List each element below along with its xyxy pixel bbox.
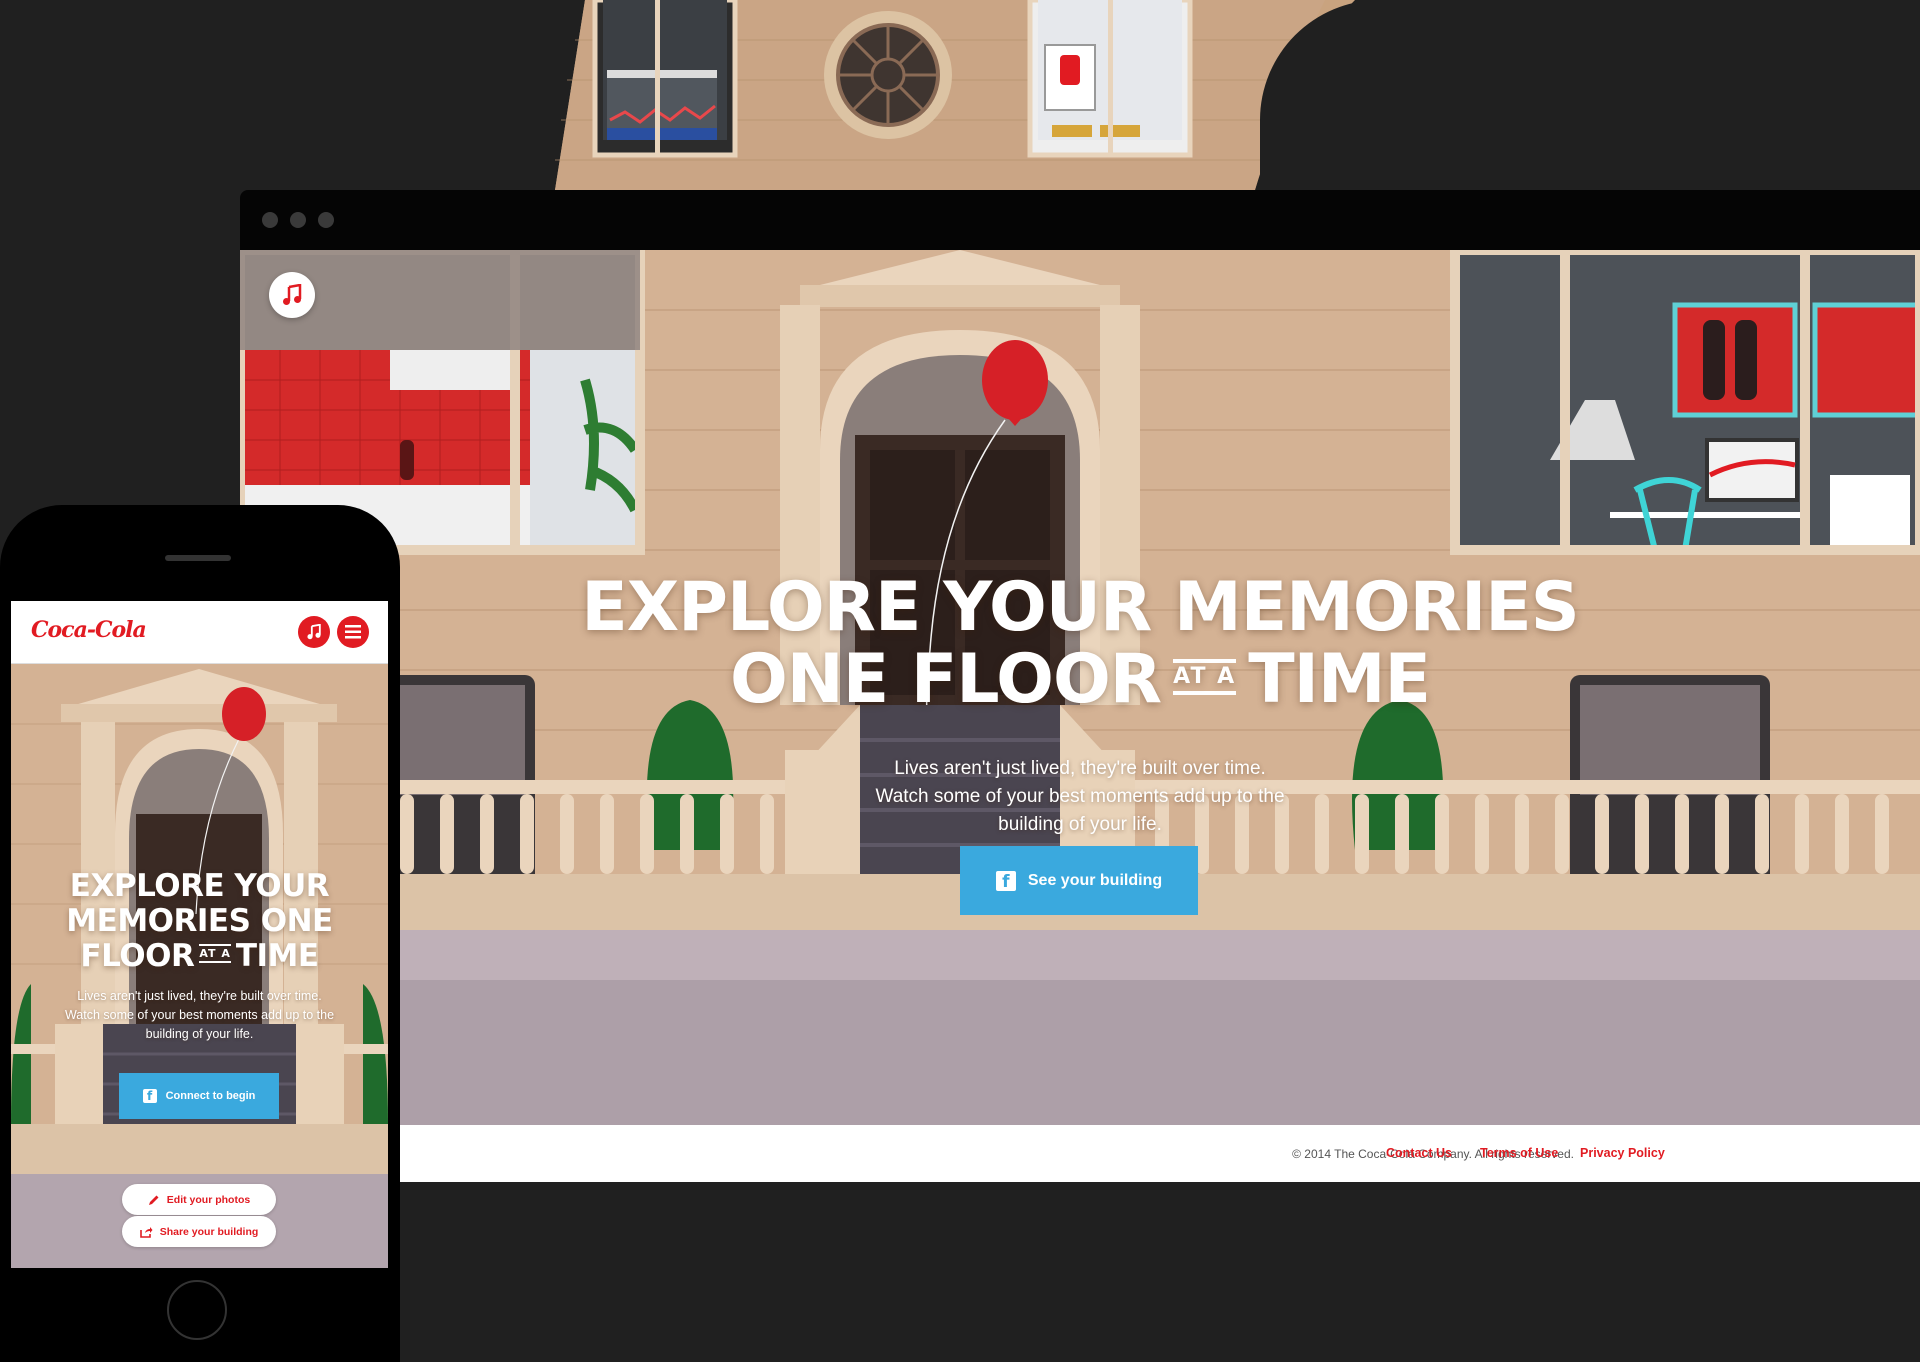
hero-title-part: ONE FLOOR xyxy=(729,640,1162,719)
music-note-icon xyxy=(307,624,321,640)
hero-subtitle: Lives aren't just lived, they're built o… xyxy=(740,755,1420,839)
hero-subtitle-line: Lives aren't just lived, they're built o… xyxy=(894,758,1266,779)
site-footer: © 2014 The Coca-Cola Company. All rights… xyxy=(240,1125,1920,1182)
mobile-hero-subtitle: Lives aren't just lived, they're built o… xyxy=(29,987,370,1044)
mobile-header: Coca-Cola xyxy=(11,601,388,664)
hero-title-ata: AT A xyxy=(1173,659,1237,696)
mobile-hero-title-line: FLOOR AT A TIME xyxy=(11,939,388,974)
share-building-button[interactable]: Share your building xyxy=(122,1216,276,1247)
hero-viewport: EXPLORE YOUR MEMORIES ONE FLOOR AT A TIME … xyxy=(240,250,1920,1125)
connect-to-begin-button[interactable]: f Connect to begin xyxy=(119,1073,279,1119)
privacy-policy-link[interactable]: Privacy Policy xyxy=(1580,1146,1665,1160)
mobile-subtitle-line: Lives aren't just lived, they're built o… xyxy=(77,989,322,1003)
top-building-illustration xyxy=(555,0,1355,190)
hero-title-part: TIME xyxy=(1248,640,1431,719)
phone-home-button[interactable] xyxy=(167,1280,227,1340)
edit-photos-label: Edit your photos xyxy=(166,1193,251,1206)
window-dot-icon[interactable] xyxy=(290,212,306,228)
mobile-hero-viewport: EXPLORE YOUR MEMORIES ONE FLOOR AT A TIME … xyxy=(11,664,388,1268)
see-your-building-button[interactable]: f See your building xyxy=(960,846,1198,915)
terms-of-use-link[interactable]: Terms of Use xyxy=(1480,1146,1558,1160)
phone-screen: Coca-Cola EXPLORE YOUR MEMORIES ONE FLOO… xyxy=(11,601,388,1268)
phone-mockup: Coca-Cola EXPLORE YOUR MEMORIES ONE FLOO… xyxy=(0,505,400,1362)
hero-title: EXPLORE YOUR MEMORIES ONE FLOOR AT A TIME xyxy=(240,572,1920,716)
hero-subtitle-line: building of your life. xyxy=(998,814,1162,835)
pencil-icon xyxy=(148,1195,159,1205)
mobile-hero-title-line: MEMORIES ONE xyxy=(66,903,333,939)
cta-label: See your building xyxy=(1027,871,1163,889)
mobile-title-ata: AT A xyxy=(199,944,231,963)
mobile-hero-title: EXPLORE YOUR MEMORIES ONE FLOOR AT A TIME xyxy=(11,869,388,974)
mobile-title-part: FLOOR xyxy=(80,938,195,974)
browser-titlebar xyxy=(240,190,1920,250)
hero-title-line2: ONE FLOOR AT A TIME xyxy=(240,644,1920,716)
edit-photos-button[interactable]: Edit your photos xyxy=(122,1184,276,1215)
mobile-menu-button[interactable] xyxy=(337,616,369,648)
phone-speaker xyxy=(165,555,231,561)
mobile-hero-title-line: EXPLORE YOUR xyxy=(69,868,330,904)
music-note-icon xyxy=(283,284,302,305)
music-toggle-button[interactable] xyxy=(269,272,315,318)
facebook-icon: f xyxy=(142,1089,157,1103)
contact-us-link[interactable]: Contact Us xyxy=(1386,1146,1452,1160)
mobile-cta-label: Connect to begin xyxy=(165,1090,256,1102)
facebook-icon: f xyxy=(995,870,1016,892)
mobile-subtitle-line: building of your life. xyxy=(145,1027,254,1041)
hero-subtitle-line: Watch some of your best moments add up t… xyxy=(875,786,1285,807)
coca-cola-logo[interactable]: Coca-Cola xyxy=(31,617,147,643)
desktop-browser-mockup: EXPLORE YOUR MEMORIES ONE FLOOR AT A TIME … xyxy=(240,190,1920,1190)
mobile-subtitle-line: Watch some of your best moments add up t… xyxy=(64,1008,335,1022)
share-icon xyxy=(139,1226,153,1238)
window-dot-icon[interactable] xyxy=(318,212,334,228)
share-building-label: Share your building xyxy=(159,1225,259,1238)
mobile-title-part: TIME xyxy=(235,938,319,974)
menu-icon xyxy=(345,625,361,639)
hero-title-line1: EXPLORE YOUR MEMORIES xyxy=(581,568,1579,647)
mobile-music-button[interactable] xyxy=(298,616,330,648)
window-dot-icon[interactable] xyxy=(262,212,278,228)
